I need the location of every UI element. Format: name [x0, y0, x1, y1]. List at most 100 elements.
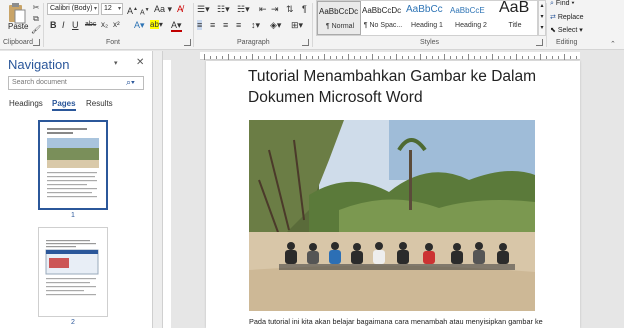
copy-icon[interactable]: ⧉ — [31, 14, 41, 23]
paste-button[interactable]: Paste — [8, 22, 28, 31]
style-no-spacing[interactable]: AaBbCcDc ¶ No Spac... — [361, 1, 405, 35]
search-icon[interactable]: ⌕▾ — [126, 77, 135, 88]
change-case-label: Aa — [154, 4, 166, 14]
divider — [193, 3, 194, 47]
ruler-tick — [216, 56, 217, 59]
font-group-label: Font — [106, 39, 121, 46]
page-thumbnail-1[interactable] — [38, 120, 108, 210]
ruler-tick — [510, 56, 511, 59]
change-case-button[interactable]: Aa ▾ — [154, 4, 172, 14]
tab-results[interactable]: Results — [86, 99, 113, 108]
ruler-tick — [360, 56, 361, 59]
styles-scroll[interactable]: ▴ ▾ ▾ — [538, 0, 546, 36]
document-body-text[interactable]: Pada tutorial ini kita akan belajar baga… — [249, 317, 549, 326]
clear-formatting-icon[interactable]: A̸ — [177, 4, 183, 14]
borders-icon[interactable]: ⊞▾ — [291, 20, 303, 30]
ribbon: Paste ✂ ⧉ 🖌 Clipboard Calibri (Body) ▾ 1… — [0, 0, 624, 50]
multilevel-list-icon[interactable]: ☵▾ — [237, 4, 250, 14]
numbering-icon[interactable]: ☷▾ — [217, 4, 230, 14]
tab-pages[interactable]: Pages — [52, 99, 76, 111]
close-icon[interactable]: ✕ — [136, 57, 144, 68]
chevron-down-icon: ▾ — [117, 6, 121, 12]
ruler-tick — [306, 56, 307, 59]
justify-icon[interactable]: ≡ — [236, 20, 241, 30]
ruler-tick — [540, 54, 541, 60]
font-name-value: Calibri (Body) — [50, 5, 93, 12]
underline-button[interactable]: U — [72, 20, 79, 30]
ruler-tick — [492, 54, 493, 60]
text-effects-button[interactable]: A▾ — [134, 20, 145, 30]
subscript-button[interactable]: x₂ — [101, 20, 108, 30]
font-name-combo[interactable]: Calibri (Body) ▾ — [47, 3, 99, 15]
style-heading-1[interactable]: AaBbCc Heading 1 — [405, 1, 449, 35]
align-center-icon[interactable]: ≡ — [210, 20, 215, 30]
ruler-tick — [426, 56, 427, 59]
styles-launcher-icon[interactable] — [536, 39, 543, 46]
document-photo[interactable] — [249, 120, 535, 311]
ruler-tick — [522, 56, 523, 59]
pane-options-icon[interactable]: ▾ — [114, 59, 118, 67]
show-marks-button[interactable]: ¶ — [302, 4, 307, 14]
tab-headings[interactable]: Headings — [9, 99, 43, 108]
ruler-tick — [264, 56, 265, 59]
horizontal-ruler[interactable] — [200, 52, 580, 60]
paste-icon[interactable] — [7, 2, 27, 24]
sort-icon[interactable]: ⇅ — [286, 4, 294, 14]
ruler-tick — [300, 54, 301, 60]
clipboard-group-label: Clipboard — [3, 39, 33, 46]
cursor-icon: ⬉ — [550, 27, 556, 34]
ruler-tick — [516, 54, 517, 60]
paragraph-launcher-icon[interactable] — [302, 39, 309, 46]
pane-splitter[interactable] — [153, 51, 163, 328]
shading-icon[interactable]: ◈▾ — [270, 20, 281, 30]
collapse-ribbon-icon[interactable]: ⌃ — [610, 40, 616, 48]
cut-icon[interactable]: ✂ — [31, 3, 41, 12]
ruler-tick — [330, 56, 331, 59]
editing-group-label: Editing — [556, 39, 578, 46]
style-heading-2[interactable]: AaBbCcE Heading 2 — [449, 1, 493, 35]
style-normal[interactable]: AaBbCcDc ¶ Normal — [317, 1, 361, 35]
clipboard-launcher-icon[interactable] — [33, 39, 40, 46]
bold-button[interactable]: B — [50, 20, 57, 30]
page-thumbnail-2[interactable] — [38, 227, 108, 317]
ruler-tick — [498, 56, 499, 59]
align-left-icon[interactable]: ≡ — [197, 20, 203, 30]
line-spacing-icon[interactable]: ↕▾ — [251, 20, 260, 30]
style-name: ¶ Normal — [325, 23, 355, 30]
search-input[interactable]: Search document — [8, 76, 144, 90]
divider — [546, 3, 547, 47]
select-button[interactable]: ⬉ Select ▾ — [550, 26, 583, 34]
find-button[interactable]: ⌕ Find ▾ — [550, 0, 574, 8]
highlight-label: ab — [150, 20, 159, 29]
increase-indent-icon[interactable]: ⇥ — [271, 4, 279, 14]
format-painter-icon[interactable]: 🖌 — [31, 25, 41, 34]
replace-label: Replace — [557, 14, 584, 21]
superscript-button[interactable]: x² — [113, 20, 120, 30]
ruler-tick — [576, 56, 577, 59]
ruler-tick — [384, 56, 385, 59]
font-launcher-icon[interactable] — [184, 39, 191, 46]
shrink-font-button[interactable]: A▼ — [140, 5, 150, 18]
ruler-tick — [486, 56, 487, 59]
strikethrough-button[interactable]: abc — [85, 20, 96, 30]
ruler-tick — [288, 56, 289, 59]
ruler-tick — [276, 54, 277, 60]
ruler-tick — [336, 56, 337, 59]
font-size-combo[interactable]: 12 ▾ — [101, 3, 123, 15]
decrease-indent-icon[interactable]: ⇤ — [259, 4, 267, 14]
paragraph-group-label: Paragraph — [237, 39, 270, 46]
style-title[interactable]: AaB Title — [493, 0, 537, 35]
style-preview: AaBbCcDc — [319, 7, 359, 16]
ruler-tick — [204, 54, 205, 60]
grow-font-button[interactable]: A▲ — [127, 4, 138, 16]
replace-button[interactable]: ⇄ Replace — [550, 13, 584, 21]
align-right-icon[interactable]: ≡ — [223, 20, 228, 30]
italic-button[interactable]: I — [62, 20, 65, 30]
bullets-icon[interactable]: ☰▾ — [197, 4, 210, 14]
vertical-ruler[interactable] — [163, 60, 171, 328]
ruler-tick — [480, 56, 481, 59]
font-color-button[interactable]: A▾ — [171, 20, 182, 32]
highlight-button[interactable]: ab▾ — [150, 20, 163, 30]
page-thumbnail-preview — [47, 128, 99, 198]
document-title[interactable]: Tutorial Menambahkan Gambar ke Dalam Dok… — [248, 66, 568, 108]
